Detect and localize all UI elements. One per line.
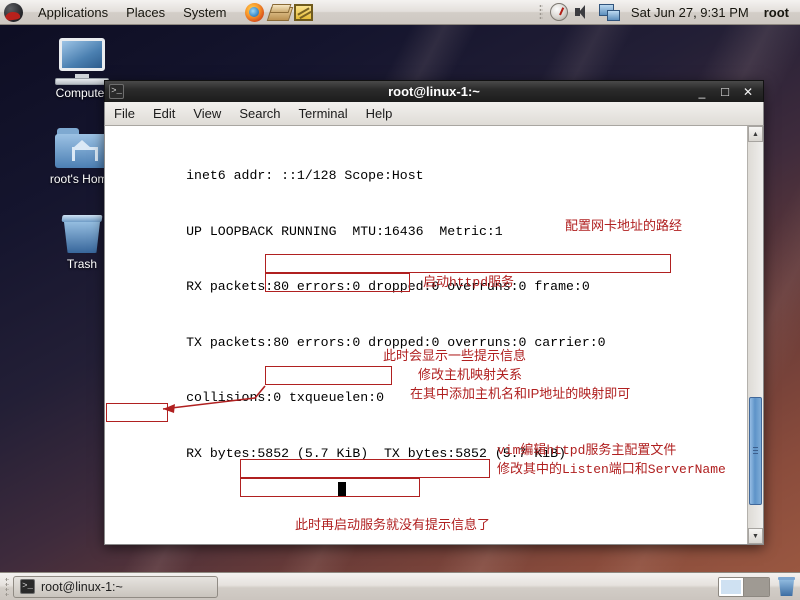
annotation-no-messages: 此时再启动服务就没有提示信息了 <box>295 517 491 532</box>
workspace-switcher[interactable] <box>718 576 770 597</box>
firefox-icon[interactable] <box>245 2 265 22</box>
panel-launchers <box>245 2 314 22</box>
menu-edit[interactable]: Edit <box>144 102 184 126</box>
window-title: root@linux-1:~ <box>388 84 480 99</box>
terminal-menubar: File Edit View Search Terminal Help <box>104 102 764 126</box>
menu-help[interactable]: Help <box>357 102 402 126</box>
terminal-window: >_ root@linux-1:~ _ □ ✕ File Edit View S… <box>104 80 764 545</box>
computer-icon <box>34 34 130 85</box>
terminal-icon: >_ <box>109 84 124 99</box>
annotation-add-mapping: 在其中添加主机名和IP地址的映射即可 <box>410 386 631 401</box>
terminal-titlebar[interactable]: >_ root@linux-1:~ _ □ ✕ <box>104 80 764 102</box>
highlight-box-vim-ifcfg <box>265 254 671 273</box>
scrollbar-down-arrow[interactable]: ▼ <box>748 528 763 544</box>
menu-view[interactable]: View <box>184 102 230 126</box>
clock[interactable]: Sat Jun 27, 9:31 PM <box>626 5 754 20</box>
scrollbar-thumb[interactable] <box>749 396 762 505</box>
gauge-icon[interactable] <box>549 3 568 21</box>
panel-drag-handle[interactable] <box>5 576 9 597</box>
menu-terminal[interactable]: Terminal <box>290 102 357 126</box>
panel-tray: Sat Jun 27, 9:31 PM root <box>538 3 800 21</box>
scrollbar-up-arrow[interactable]: ▲ <box>748 126 763 142</box>
menu-file[interactable]: File <box>105 102 144 126</box>
panel-drag-handle[interactable] <box>538 3 543 21</box>
scrollbar-track[interactable] <box>748 142 763 528</box>
network-icon[interactable] <box>598 3 620 21</box>
trash-icon[interactable] <box>778 577 795 596</box>
redhat-logo-icon[interactable] <box>4 2 23 22</box>
menu-search[interactable]: Search <box>230 102 289 126</box>
text-editor-icon[interactable] <box>294 3 314 21</box>
annotation-start-httpd: 启动httpd服务 <box>423 275 515 290</box>
top-panel: Applications Places System Sat Jun 27, 9… <box>0 0 800 25</box>
terminal-body: inet6 addr: ::1/128 Scope:Host UP LOOPBA… <box>104 126 764 545</box>
annotation-edit-hosts: 修改主机映射关系 <box>418 367 523 382</box>
terminal-line: inet6 addr: ::1/128 Scope:Host <box>107 168 424 183</box>
window-controls: _ □ ✕ <box>696 85 759 98</box>
menu-places[interactable]: Places <box>117 0 174 25</box>
taskbar-window-label: root@linux-1:~ <box>41 579 123 594</box>
terminal-icon: >_ <box>20 579 35 594</box>
help-books-icon[interactable] <box>269 4 289 21</box>
menu-system[interactable]: System <box>174 0 235 25</box>
minimize-button[interactable]: _ <box>696 86 708 98</box>
workspace-2[interactable] <box>744 577 769 596</box>
highlight-box-service-restart <box>240 478 420 497</box>
user-menu[interactable]: root <box>761 5 792 20</box>
terminal-output[interactable]: inet6 addr: ::1/128 Scope:Host UP LOOPBA… <box>105 126 747 544</box>
inline-block-cursor <box>338 481 346 496</box>
terminal-scrollbar[interactable]: ▲ ▼ <box>747 126 763 544</box>
close-button[interactable]: ✕ <box>742 86 754 98</box>
annotation-listen-servername: 修改其中的Listen端口和ServerName <box>497 462 726 477</box>
highlight-box-vim-hosts <box>265 366 392 385</box>
bottom-panel-right <box>718 576 795 597</box>
speaker-icon[interactable] <box>574 4 592 20</box>
bottom-panel: >_ root@linux-1:~ <box>0 572 800 600</box>
workspace-1[interactable] <box>719 577 744 596</box>
annotation-shows-messages: 此时会显示一些提示信息 <box>383 348 527 363</box>
annotation-nic-path: 配置网卡地址的路经 <box>565 218 683 233</box>
maximize-button[interactable]: □ <box>719 85 731 98</box>
menu-applications[interactable]: Applications <box>29 0 117 25</box>
annotation-vim-main-conf: vim编辑httpd服务主配置文件 <box>497 443 677 458</box>
taskbar-window-button[interactable]: >_ root@linux-1:~ <box>13 575 218 598</box>
